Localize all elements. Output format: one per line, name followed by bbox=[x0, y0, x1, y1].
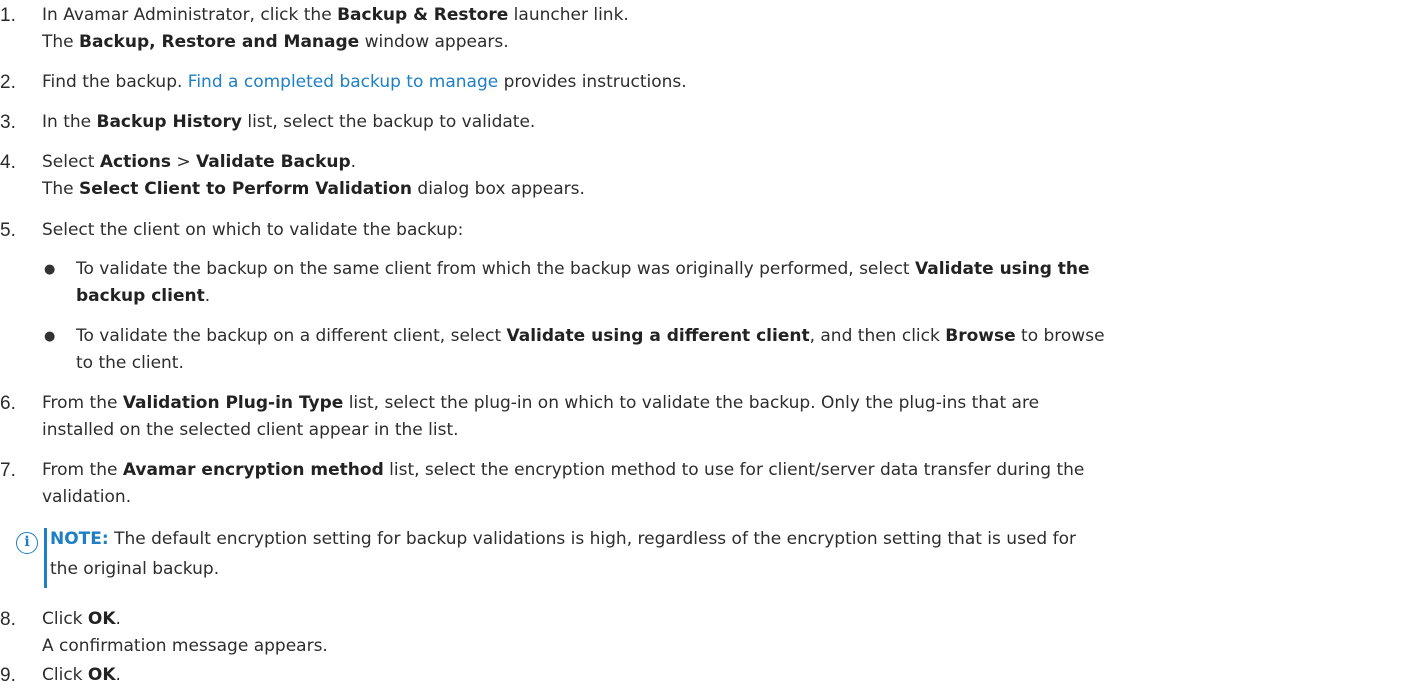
note-bar bbox=[44, 528, 47, 588]
step-text: From the Validation Plug-in Type list, s… bbox=[42, 393, 1040, 413]
bullet-text: To validate the backup on a different cl… bbox=[76, 326, 1105, 346]
step-text: Click OK. bbox=[42, 665, 121, 685]
step-text: Select Actions > Validate Backup. bbox=[42, 152, 357, 172]
bullet-text-cont: to the client. bbox=[76, 353, 184, 373]
step-text-cont: installed on the selected client appear … bbox=[42, 420, 459, 440]
step-number: 7. bbox=[0, 460, 16, 481]
bullet-icon: ● bbox=[44, 329, 56, 344]
bullet-text-cont: backup client. bbox=[76, 286, 211, 306]
step-number: 4. bbox=[0, 152, 16, 173]
find-backup-link[interactable]: Find a completed backup to manage bbox=[188, 72, 498, 92]
bullet-icon: ● bbox=[44, 262, 56, 277]
step-text: In Avamar Administrator, click the Backu… bbox=[42, 5, 629, 25]
step-result: The Backup, Restore and Manage window ap… bbox=[42, 32, 509, 52]
step-result: A confirmation message appears. bbox=[42, 636, 328, 656]
step-result: The Select Client to Perform Validation … bbox=[42, 179, 585, 199]
step-number: 8. bbox=[0, 609, 16, 630]
bullet-text: To validate the backup on the same clien… bbox=[76, 259, 1090, 279]
step-text: Select the client on which to validate t… bbox=[42, 220, 464, 240]
step-text-cont: validation. bbox=[42, 487, 132, 507]
note-box: i NOTE: The default encryption setting f… bbox=[16, 528, 1396, 588]
step-text: Click OK. bbox=[42, 609, 121, 629]
step-number: 3. bbox=[0, 112, 16, 133]
step-number: 5. bbox=[0, 220, 16, 241]
step-number: 1. bbox=[0, 5, 16, 26]
note-text-cont: the original backup. bbox=[50, 559, 220, 579]
step-number: 2. bbox=[0, 72, 16, 93]
note-text: NOTE: The default encryption setting for… bbox=[50, 529, 1076, 549]
step-number: 9. bbox=[0, 665, 16, 686]
step-text: From the Avamar encryption method list, … bbox=[42, 460, 1085, 480]
step-text: Find the backup. Find a completed backup… bbox=[42, 72, 687, 92]
step-text: In the Backup History list, select the b… bbox=[42, 112, 536, 132]
step-number: 6. bbox=[0, 393, 16, 414]
info-icon: i bbox=[16, 532, 38, 554]
